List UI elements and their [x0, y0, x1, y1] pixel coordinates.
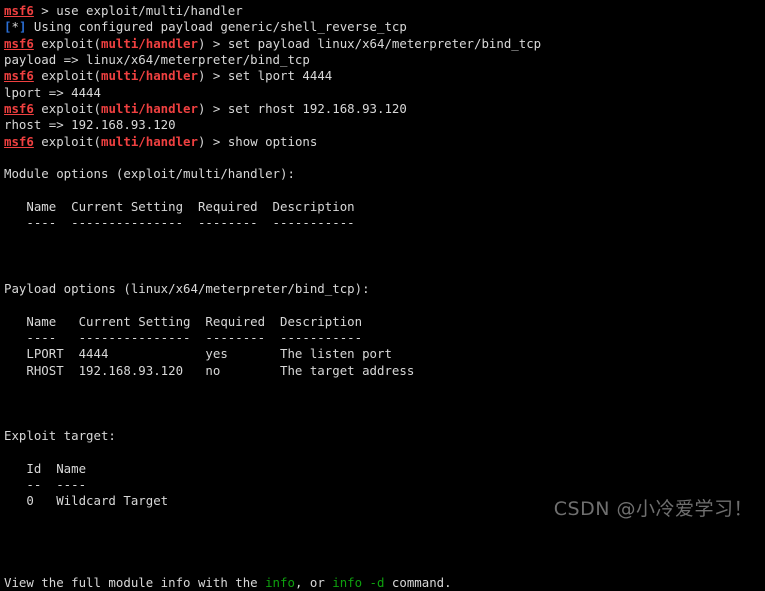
- line-01-use-command: msf6 > use exploit/multi/handler: [4, 3, 243, 18]
- line-14-module-rule: ---- --------------- -------- ----------…: [4, 215, 355, 231]
- line-10-blank: [4, 150, 765, 166]
- line-34-blank: [4, 542, 765, 558]
- line-02-using-payload: [*] Using configured payload generic/she…: [4, 19, 407, 35]
- line-11-module-options: Module options (exploit/multi/handler):: [4, 166, 295, 182]
- line-30-target-rule: -- ----: [4, 476, 87, 492]
- line-28-blank: [4, 444, 765, 460]
- csdn-watermark: CSDN @小冷爱学习！: [553, 498, 753, 520]
- line-21-payload-rule: ---- --------------- -------- ----------…: [4, 329, 363, 345]
- line-08-rhost-result: rhost => 192.168.93.120: [4, 117, 176, 133]
- line-19-blank: [4, 297, 765, 313]
- line-12-blank: [4, 183, 765, 199]
- line-04-payload-result: payload => linux/x64/meterpreter/bind_tc…: [4, 52, 310, 68]
- line-35-blank: [4, 559, 765, 575]
- line-24-blank: [4, 379, 765, 395]
- line-36-view-module-info: View the full module info with the info,…: [4, 575, 452, 591]
- line-25-blank: [4, 395, 765, 411]
- line-20-payload-header: Name Current Setting Required Descriptio…: [4, 313, 363, 329]
- line-33-blank: [4, 526, 765, 542]
- line-18-payload-options: Payload options (linux/x64/meterpreter/b…: [4, 280, 370, 296]
- line-27-exploit-target: Exploit target:: [4, 427, 116, 443]
- line-26-blank: [4, 412, 765, 428]
- line-29-target-header: Id Name: [4, 460, 87, 476]
- line-22-row-lport: LPORT 4444 yes The listen port: [4, 346, 392, 362]
- line-13-module-header: Name Current Setting Required Descriptio…: [4, 199, 355, 215]
- line-17-blank: [4, 265, 765, 281]
- line-05-set-lport: msf6 exploit(multi/handler) > set lport …: [4, 68, 333, 84]
- line-23-row-rhost: RHOST 192.168.93.120 no The target addre…: [4, 362, 415, 378]
- line-09-show-options: msf6 exploit(multi/handler) > show optio…: [4, 133, 318, 149]
- line-16-blank: [4, 248, 765, 264]
- terminal-output[interactable]: msf6 > use exploit/multi/handler [*] Usin…: [0, 0, 765, 590]
- line-15-blank: [4, 232, 765, 248]
- line-07-set-rhost: msf6 exploit(multi/handler) > set rhost …: [4, 101, 407, 117]
- line-06-lport-result: lport => 4444: [4, 84, 101, 100]
- line-03-set-payload: msf6 exploit(multi/handler) > set payloa…: [4, 35, 542, 51]
